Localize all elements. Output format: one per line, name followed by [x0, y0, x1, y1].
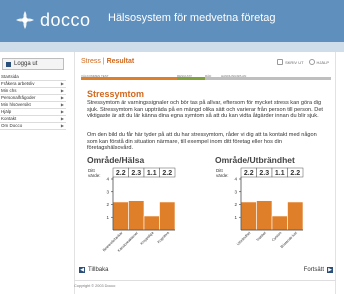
sidebar-item-label: Min hlsöversikt — [1, 102, 31, 107]
app-tagline: Hälsosystem för medvetna företag — [108, 12, 276, 24]
sidebar-item[interactable]: Hjälp ▶ — [0, 109, 66, 115]
chart-title-halsa: Område/Hälsa — [87, 155, 145, 165]
sidebar-item[interactable]: Om Docco ▶ — [0, 123, 66, 129]
help-icon — [308, 59, 315, 65]
bar — [112, 201, 129, 231]
data-label: 2.2 — [116, 170, 126, 177]
sidebar-item[interactable]: Fråkera arbetsliv ▶ — [0, 81, 66, 87]
sidebar-menu: Startsida Fråkera arbetsliv ▶ Min chs ▶ Perso… — [0, 74, 66, 130]
logo[interactable]: docco — [14, 9, 91, 31]
y-tick-label: 2 — [234, 202, 237, 207]
x-tick-label: Kognitiva — [157, 231, 170, 244]
y-tick-label: 2 — [106, 202, 109, 207]
progress-bar — [81, 77, 331, 80]
sidebar-item-label: Personalfrågoder — [1, 95, 36, 100]
intro-paragraph: Stressymtom är varningssignaler och bör … — [87, 100, 323, 120]
print-icon — [277, 59, 284, 65]
sidebar-item[interactable]: Kontakt ▶ — [0, 116, 66, 122]
y-tick-label: 1 — [106, 215, 109, 220]
sidebar-item[interactable]: Min chs ▶ — [0, 88, 66, 94]
x-tick-label: Utbrändhet — [236, 231, 251, 246]
bar — [143, 215, 160, 231]
footer-divider — [74, 280, 336, 281]
bar — [128, 200, 145, 231]
data-label: 2.3 — [259, 170, 269, 177]
data-label: 2.3 — [131, 170, 141, 177]
app-header: docco Hälsosystem för medvetna företag — [0, 0, 344, 42]
header-subbar — [0, 42, 344, 52]
main-content: Stress | Resultat SKRIV UT HJÄLP VÄLKOMM… — [74, 52, 336, 294]
bar — [271, 215, 288, 231]
forward-arrow-icon: ▶ — [327, 267, 333, 273]
chevron-right-icon: ▶ — [60, 95, 64, 100]
forward-label: Fortsätt — [303, 267, 324, 273]
chevron-right-icon: ▶ — [60, 102, 64, 107]
x-tick-label: Trötthet — [255, 231, 266, 242]
menu-divider — [0, 129, 66, 130]
bar-chart-halsa: 12342.2 2.3 1.1 2.2Beteende/tankarKänslorea… — [102, 167, 176, 253]
chart-utbrandhet: 1 2 3 4 2.2 2.3 1.1 2.2 Utbrändhet Trötthet Cynism… — [227, 167, 317, 256]
x-tick-label: Bristande lust — [280, 231, 298, 249]
data-label: 2.2 — [244, 170, 254, 177]
y-tick-label: 3 — [234, 189, 237, 194]
x-tick-label: Cynism — [271, 231, 282, 242]
logo-text: docco — [40, 9, 91, 30]
logout-button[interactable]: Logga ut — [2, 58, 64, 70]
top-actions: SKRIV UT HJÄLP — [277, 59, 329, 65]
back-label: Tillbaka — [88, 267, 109, 273]
section-title: Stressymtom — [87, 89, 145, 99]
progress-remaining — [205, 77, 331, 80]
help-label: HJÄLP — [316, 59, 329, 65]
chevron-right-icon: ▶ — [60, 81, 64, 86]
chart-title-utbrandhet: Område/Utbrändhet — [215, 155, 295, 165]
x-tick-label: Kroppsliga — [140, 231, 155, 246]
breadcrumb: Stress | Resultat — [81, 58, 134, 65]
bar — [159, 201, 176, 231]
data-label: 1.1 — [275, 170, 285, 177]
forward-button[interactable]: Fortsätt ▶ — [304, 267, 333, 273]
data-label: 2.2 — [290, 170, 300, 177]
sidebar-item-label: Kontakt — [1, 116, 17, 121]
chevron-right-icon: ▶ — [60, 88, 64, 93]
sidebar-item-label: Fråkera arbetsliv — [1, 81, 35, 86]
y-tick-label: 1 — [234, 215, 237, 220]
sidebar-item-label: Om Docco — [1, 123, 23, 128]
print-label: SKRIV UT — [285, 59, 304, 65]
sidebar-item-label: Hjälp — [1, 109, 12, 114]
progress-done — [81, 77, 177, 80]
y-tick-label: 4 — [234, 177, 237, 182]
bar-chart-utbrandhet: 1 2 3 4 2.2 2.3 1.1 2.2 Utbrändhet Trötthet Cynism… — [234, 167, 304, 249]
back-button[interactable]: ◀ Tillbaka — [79, 267, 108, 273]
chevron-right-icon: ▶ — [60, 116, 64, 121]
sidebar-item-label: Min chs — [1, 88, 17, 93]
copyright: Copyright © 2003 Docco — [74, 284, 116, 288]
chevron-right-icon: ▶ — [60, 123, 64, 128]
bar — [240, 201, 257, 231]
help-button[interactable]: HJÄLP — [308, 59, 329, 65]
sidebar-item[interactable]: Min hlsöversikt ▶ — [0, 102, 66, 108]
sidebar-item[interactable]: Startsida — [0, 74, 66, 80]
print-button[interactable]: SKRIV UT — [277, 59, 304, 65]
back-arrow-icon: ◀ — [79, 267, 85, 273]
docco-logo-icon — [14, 9, 36, 31]
sidebar-item[interactable]: Personalfrågoder ▶ — [0, 95, 66, 101]
bar — [256, 200, 273, 231]
sidebar-item-label: Startsida — [1, 74, 19, 79]
advice-paragraph: Om den bild du får här tyder på att du h… — [87, 132, 317, 152]
breadcrumb-section[interactable]: Stress — [81, 58, 101, 65]
progress-current — [177, 77, 205, 80]
y-tick-label: 3 — [106, 189, 109, 194]
data-label: 1.1 — [147, 170, 157, 177]
chevron-right-icon: ▶ — [60, 109, 64, 114]
logout-icon — [6, 61, 11, 67]
bar — [287, 201, 304, 231]
breadcrumb-current: Resultat — [106, 58, 135, 65]
data-label: 2.2 — [162, 170, 172, 177]
y-tick-label: 4 — [106, 177, 109, 182]
logout-label: Logga ut — [14, 61, 38, 67]
chart-halsa: 1 2 3 4 2.2 2.3 1.1 2.2 Beteende/tankar Känslorea… — [99, 167, 189, 256]
